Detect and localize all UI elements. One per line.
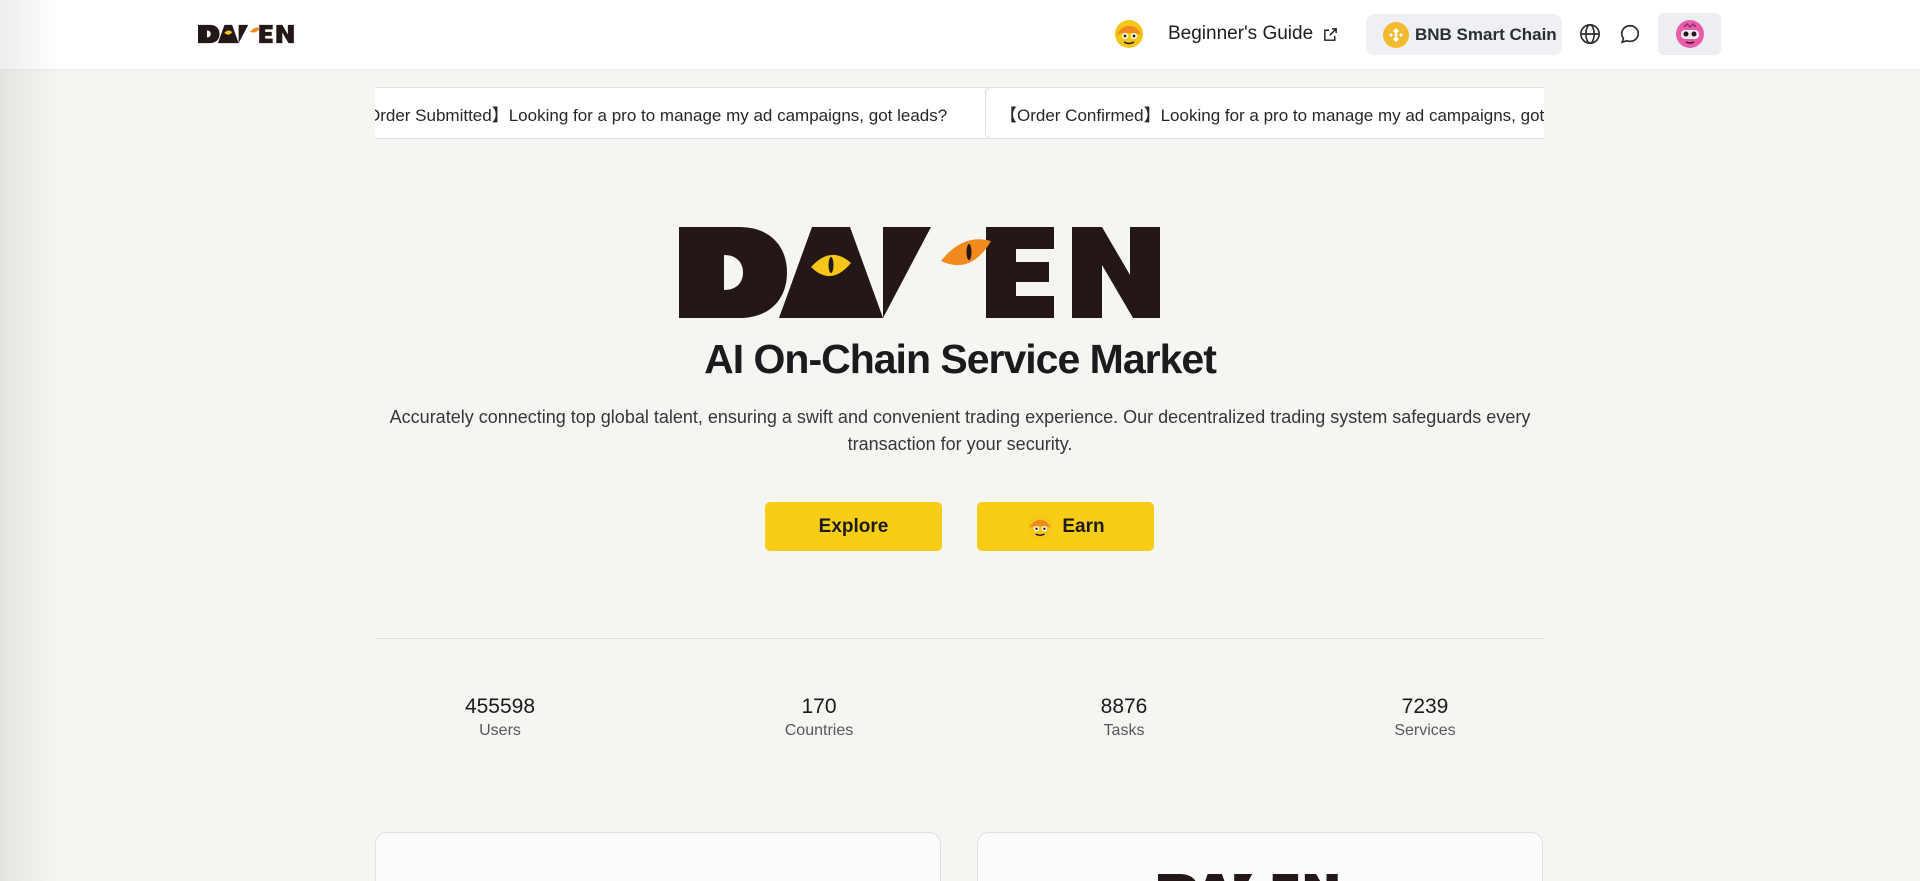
bnb-chain-icon [1383, 21, 1409, 48]
stat-services: 7239 Services [1315, 694, 1535, 742]
globe-icon[interactable] [1579, 23, 1601, 45]
feature-card[interactable] [375, 832, 941, 881]
ticker-text: 【Order Confirmed】Looking for a pro to ma… [1000, 105, 1544, 125]
order-ticker: 【Order Submitted】Looking for a pro to ma… [375, 87, 1544, 140]
stat-label: Countries [784, 722, 854, 739]
stat-countries: 170 Countries [709, 694, 929, 742]
ticker-text: 【Order Submitted】Looking for a pro to ma… [375, 105, 948, 125]
mascot-icon [1028, 514, 1053, 539]
stat-label: Services [1394, 722, 1456, 739]
network-label: BNB Smart Chain [1415, 24, 1557, 44]
beginners-guide-link[interactable]: Beginner's Guide [1168, 22, 1339, 46]
top-navbar: Beginner's Guide BNB Smart Chain [0, 0, 1920, 70]
ticker-item[interactable]: 【Order Confirmed】Looking for a pro to ma… [985, 87, 1544, 139]
earn-button-label: Earn [1062, 515, 1105, 537]
beginners-guide-label: Beginner's Guide [1168, 23, 1314, 44]
feature-card[interactable] [977, 832, 1543, 881]
stat-value: 170 [801, 695, 837, 718]
earn-button[interactable]: Earn [977, 502, 1154, 551]
stat-label: Users [479, 722, 521, 739]
hero-description: Accurately connecting top global talent,… [389, 407, 1531, 454]
stat-value: 8876 [1100, 695, 1148, 718]
stat-users: 455598 Users [390, 694, 610, 742]
explore-button-label: Explore [818, 515, 889, 537]
user-avatar-button[interactable] [1658, 13, 1721, 55]
stat-value: 7239 [1401, 695, 1449, 718]
section-divider [375, 638, 1544, 639]
left-edge-shadow [0, 0, 60, 881]
mascot-icon[interactable] [1113, 18, 1145, 50]
stat-value: 455598 [464, 695, 536, 718]
network-selector-button[interactable]: BNB Smart Chain [1366, 14, 1562, 55]
user-avatar-icon [1675, 20, 1704, 48]
brand-logo[interactable] [198, 24, 310, 44]
chat-icon[interactable] [1619, 23, 1641, 45]
stat-tasks: 8876 Tasks [1014, 694, 1234, 742]
external-link-icon [1324, 27, 1338, 41]
explore-button[interactable]: Explore [765, 502, 942, 551]
hero-title: AI On-Chain Service Market [704, 336, 1217, 382]
stat-label: Tasks [1103, 722, 1145, 739]
card-daren-logo [1158, 874, 1338, 881]
hero-daren-logo [679, 227, 1160, 318]
